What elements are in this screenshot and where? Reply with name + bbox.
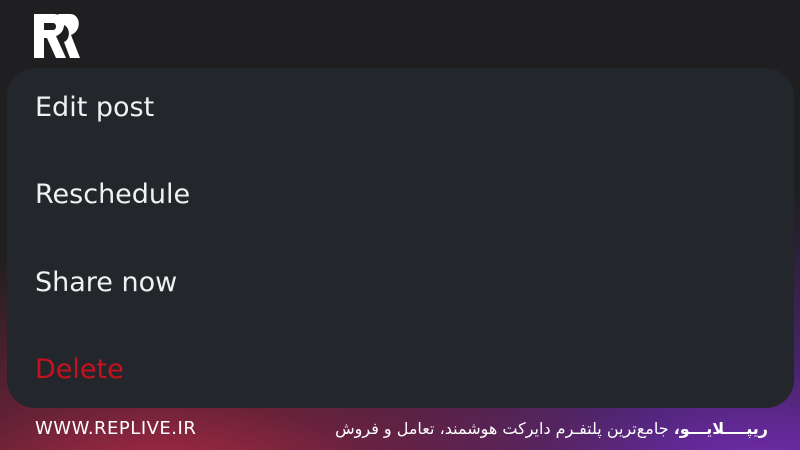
delete-menu-item[interactable]: Delete	[35, 340, 124, 400]
replive-logo-icon	[34, 14, 80, 58]
edit-post-menu-item[interactable]: Edit post	[35, 78, 154, 138]
footer-website: WWW.REPLIVE.IR	[35, 418, 197, 439]
footer-tagline-container: ریپــــلایـــو، جامع‌ترین پلتفـرم دایرکت…	[335, 417, 768, 441]
reschedule-menu-item[interactable]: Reschedule	[35, 165, 190, 225]
footer-tagline: جامع‌ترین پلتفـرم دایرکت هوشمند، تعامل و…	[335, 419, 669, 438]
post-options-menu: Edit post Reschedule Share now Delete	[7, 68, 794, 408]
share-now-menu-item[interactable]: Share now	[35, 253, 177, 313]
footer-brand-name: ریپــــلایـــو،	[673, 419, 768, 438]
